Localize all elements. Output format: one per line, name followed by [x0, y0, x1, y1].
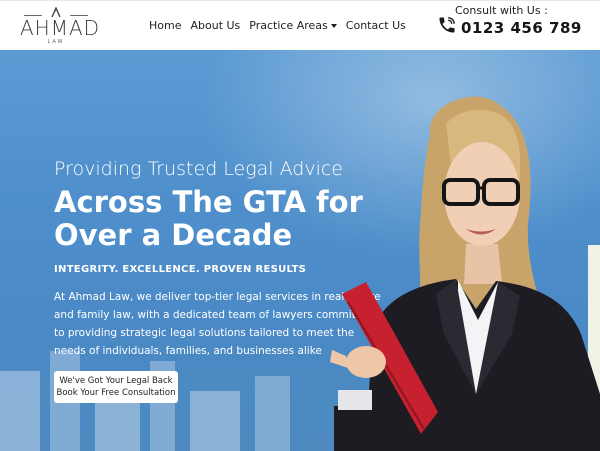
lawyer-portrait-image: [330, 96, 600, 451]
book-consultation-button[interactable]: We've Got Your Legal Back Book Your Free…: [54, 371, 178, 403]
caret-down-icon: [330, 24, 337, 28]
navbar: AHMAD LAW Home About Us Practice Areas C…: [0, 0, 600, 50]
phone-icon: [439, 17, 455, 33]
nav-practice-areas-label: Practice Areas: [249, 19, 328, 32]
nav-home[interactable]: Home: [149, 18, 181, 34]
cta-line-1: We've Got Your Legal Back: [59, 376, 173, 386]
hero-subtitle: Providing Trusted Legal Advice: [54, 158, 343, 180]
nav-menu: Home About Us Practice Areas Contact Us: [149, 18, 415, 34]
brand-sub: LAW: [47, 39, 65, 45]
phone-number[interactable]: 0123 456 789: [461, 19, 582, 37]
nav-practice-areas[interactable]: Practice Areas: [249, 18, 337, 34]
nav-about-us[interactable]: About Us: [190, 18, 240, 34]
brand-name: AHMAD: [20, 16, 101, 40]
hero-section: Providing Trusted Legal Advice Across Th…: [0, 50, 600, 451]
logo[interactable]: AHMAD LAW: [20, 5, 101, 47]
consult-label: Consult with Us :: [455, 4, 548, 17]
nav-contact-us[interactable]: Contact Us: [346, 18, 406, 34]
cta-line-2: Book Your Free Consultation: [56, 388, 176, 398]
hero-tagline: INTEGRITY. EXCELLENCE. PROVEN RESULTS: [54, 264, 307, 275]
